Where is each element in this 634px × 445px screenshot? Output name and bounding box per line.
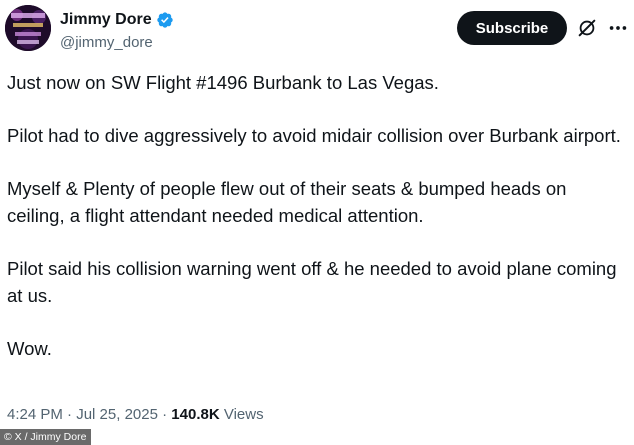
tweet-paragraph: Wow. bbox=[7, 338, 52, 359]
meta-separator: · bbox=[62, 406, 77, 423]
image-credit: © X / Jimmy Dore bbox=[0, 429, 92, 445]
comedian-avatar-icon bbox=[5, 5, 51, 51]
tweet-paragraph: Pilot had to dive aggressively to avoid … bbox=[7, 125, 621, 146]
display-name[interactable]: Jimmy Dore bbox=[60, 10, 152, 30]
timestamp-time[interactable]: 4:24 PM bbox=[7, 406, 63, 423]
name-row: Jimmy Dore bbox=[60, 10, 174, 30]
subscribe-button[interactable]: Subscribe bbox=[457, 11, 567, 45]
tweet-paragraph: Myself & Plenty of people flew out of th… bbox=[7, 178, 567, 226]
timestamp-date[interactable]: Jul 25, 2025 bbox=[76, 406, 158, 423]
grok-icon[interactable] bbox=[576, 17, 598, 39]
tweet-text: Just now on SW Flight #1496 Burbank to L… bbox=[7, 69, 627, 388]
tweet-paragraph: Just now on SW Flight #1496 Burbank to L… bbox=[7, 72, 439, 93]
tweet-header: Jimmy Dore @jimmy_dore Subscribe bbox=[0, 0, 634, 60]
more-icon[interactable] bbox=[607, 17, 629, 39]
tweet-meta: 4:24 PM · Jul 25, 2025 · 140.8K Views bbox=[7, 405, 264, 425]
tweet-paragraph: Pilot said his collision warning went of… bbox=[7, 258, 617, 306]
meta-separator: · bbox=[157, 406, 172, 423]
handle[interactable]: @jimmy_dore bbox=[60, 33, 153, 53]
views-count: 140.8K bbox=[171, 406, 220, 423]
views-label: Views bbox=[223, 406, 264, 423]
verified-badge-icon bbox=[156, 12, 173, 28]
avatar[interactable] bbox=[5, 5, 51, 51]
